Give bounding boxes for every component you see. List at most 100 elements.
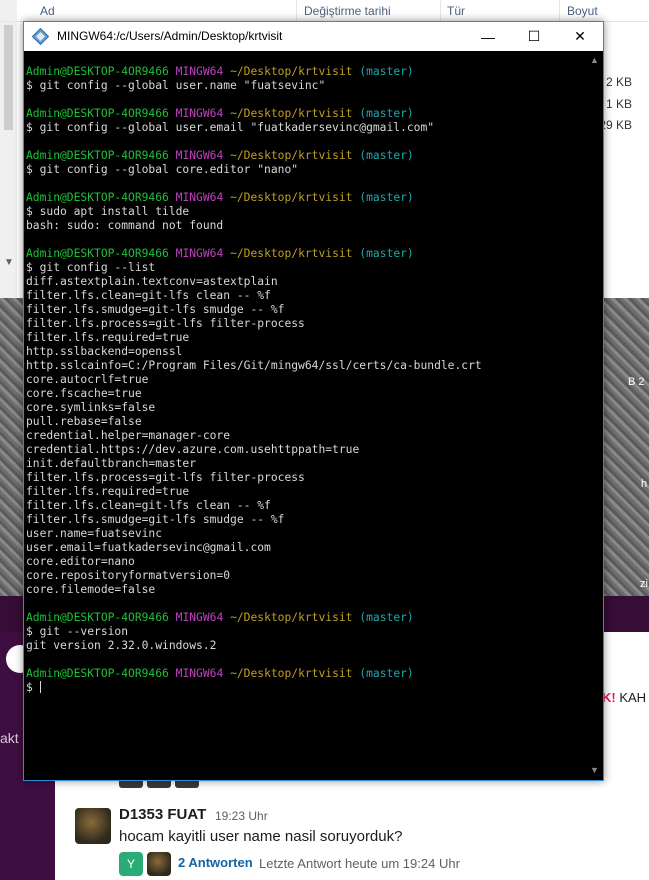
output-line: filter.lfs.clean=git-lfs clean -- %f (26, 499, 581, 513)
output-text: bash: sudo: command not found (26, 219, 224, 232)
column-size[interactable]: Boyut (567, 4, 598, 18)
prompt-user: Admin@DESKTOP-4OR9466 (26, 247, 169, 260)
output-line: git version 2.32.0.windows.2 (26, 639, 581, 653)
output-line: filter.lfs.smudge=git-lfs smudge -- %f (26, 513, 581, 527)
output-line: bash: sudo: command not found (26, 219, 581, 233)
output-text: core.repositoryformatversion=0 (26, 569, 231, 582)
output-text: http.sslbackend=openssl (26, 345, 183, 358)
terminal-window[interactable]: MINGW64:/c/Users/Admin/Desktop/krtvisit … (23, 21, 604, 781)
prompt-branch: (master) (359, 65, 414, 78)
explorer-scrollbar-thumb[interactable] (4, 25, 13, 130)
prompt-user: Admin@DESKTOP-4OR9466 (26, 611, 169, 624)
output-line: filter.lfs.process=git-lfs filter-proces… (26, 317, 581, 331)
text-cursor (39, 681, 41, 693)
command-line: $ git config --global user.name "fuatsev… (26, 79, 581, 93)
close-button[interactable]: ✕ (557, 22, 603, 51)
prompt-path: ~/Desktop/krtvisit (230, 667, 353, 680)
prompt-symbol: $ (26, 681, 40, 694)
command-line: $ sudo apt install tilde (26, 205, 581, 219)
maximize-button[interactable]: ☐ (511, 22, 557, 51)
output-line: filter.lfs.clean=git-lfs clean -- %f (26, 289, 581, 303)
output-text: init.defaultbranch=master (26, 457, 197, 470)
prompt-path: ~/Desktop/krtvisit (230, 247, 353, 260)
output-text: user.name=fuatsevinc (26, 527, 163, 540)
prompt-user: Admin@DESKTOP-4OR9466 (26, 191, 169, 204)
terminal-output[interactable]: Admin@DESKTOP-4OR9466 MINGW64 ~/Desktop/… (26, 65, 581, 695)
explorer-column-header: Ad Değiştirme tarihi Tür Boyut (0, 0, 649, 22)
column-name[interactable]: Ad (40, 4, 55, 18)
output-text: diff.astextplain.textconv=astextplain (26, 275, 278, 288)
output-line: credential.helper=manager-core (26, 429, 581, 443)
output-text: filter.lfs.process=git-lfs filter-proces… (26, 471, 305, 484)
prompt-path: ~/Desktop/krtvisit (230, 107, 353, 120)
prompt-user: Admin@DESKTOP-4OR9466 (26, 149, 169, 162)
command-text: $ git --version (26, 625, 129, 638)
output-text: credential.helper=manager-core (26, 429, 231, 442)
column-divider (440, 0, 441, 22)
scroll-down-icon[interactable]: ▼ (590, 765, 599, 775)
explorer-scrollbar[interactable]: ▼ (0, 0, 17, 298)
output-line: filter.lfs.required=true (26, 331, 581, 345)
channel-mark: K! (602, 690, 616, 705)
input-line: $ (26, 681, 581, 695)
output-text: pull.rebase=false (26, 415, 142, 428)
prompt-shell: MINGW64 (175, 191, 224, 204)
file-size: 1 KB (605, 97, 632, 111)
channel-name: KAH (619, 690, 647, 705)
prompt-branch: (master) (359, 149, 414, 162)
thread-avatar[interactable] (147, 852, 171, 876)
window-titlebar[interactable]: MINGW64:/c/Users/Admin/Desktop/krtvisit … (24, 22, 603, 51)
output-text: core.filemode=false (26, 583, 156, 596)
prompt-shell: MINGW64 (175, 65, 224, 78)
output-line: core.fscache=true (26, 387, 581, 401)
terminal-body[interactable]: Admin@DESKTOP-4OR9466 MINGW64 ~/Desktop/… (24, 51, 603, 780)
minimize-button[interactable]: — (465, 22, 511, 51)
prompt-user: Admin@DESKTOP-4OR9466 (26, 667, 169, 680)
terminal-scrollbar[interactable]: ▲ ▼ (586, 51, 603, 780)
output-line: core.autocrlf=true (26, 373, 581, 387)
column-divider (559, 0, 560, 22)
avatar[interactable] (75, 808, 111, 844)
scroll-down-icon[interactable]: ▼ (4, 257, 14, 268)
prompt-shell: MINGW64 (175, 247, 224, 260)
message-author[interactable]: D1353 FUAT (119, 806, 206, 823)
scroll-up-icon[interactable]: ▲ (590, 55, 599, 65)
output-line: init.defaultbranch=master (26, 457, 581, 471)
channel-label[interactable]: K! KAH (602, 690, 646, 705)
column-divider (296, 0, 297, 22)
prompt-shell: MINGW64 (175, 107, 224, 120)
command-text: $ git config --global user.email "fuatka… (26, 121, 435, 134)
output-text: core.fscache=true (26, 387, 142, 400)
thread-avatar[interactable]: Y (119, 852, 143, 876)
prompt-line: Admin@DESKTOP-4OR9466 MINGW64 ~/Desktop/… (26, 65, 581, 79)
thread-replies-link[interactable]: 2 Antworten (178, 855, 253, 870)
thread-last-reply: Letzte Antwort heute um 19:24 Uhr (259, 856, 460, 871)
command-line: $ git config --list (26, 261, 581, 275)
output-line: user.email=fuatkadersevinc@gmail.com (26, 541, 581, 555)
prompt-path: ~/Desktop/krtvisit (230, 65, 353, 78)
column-type[interactable]: Tür (447, 4, 465, 18)
output-line: core.repositoryformatversion=0 (26, 569, 581, 583)
output-line: credential.https://dev.azure.com.usehttp… (26, 443, 581, 457)
command-line: $ git config --global core.editor "nano" (26, 163, 581, 177)
sidebar-label[interactable]: akt (0, 730, 19, 746)
message-timestamp[interactable]: 19:23 Uhr (215, 809, 268, 823)
output-text: filter.lfs.clean=git-lfs clean -- %f (26, 499, 271, 512)
command-line: $ git config --global user.email "fuatka… (26, 121, 581, 135)
column-modified[interactable]: Değiştirme tarihi (304, 4, 391, 18)
prompt-line: Admin@DESKTOP-4OR9466 MINGW64 ~/Desktop/… (26, 107, 581, 121)
output-line: filter.lfs.required=true (26, 485, 581, 499)
prompt-path: ~/Desktop/krtvisit (230, 149, 353, 162)
output-line: core.editor=nano (26, 555, 581, 569)
prompt-user: Admin@DESKTOP-4OR9466 (26, 65, 169, 78)
output-line: filter.lfs.process=git-lfs filter-proces… (26, 471, 581, 485)
prompt-branch: (master) (359, 611, 414, 624)
output-text: http.sslcainfo=C:/Program Files/Git/ming… (26, 359, 482, 372)
prompt-line: Admin@DESKTOP-4OR9466 MINGW64 ~/Desktop/… (26, 247, 581, 261)
prompt-user: Admin@DESKTOP-4OR9466 (26, 107, 169, 120)
output-line: http.sslbackend=openssl (26, 345, 581, 359)
